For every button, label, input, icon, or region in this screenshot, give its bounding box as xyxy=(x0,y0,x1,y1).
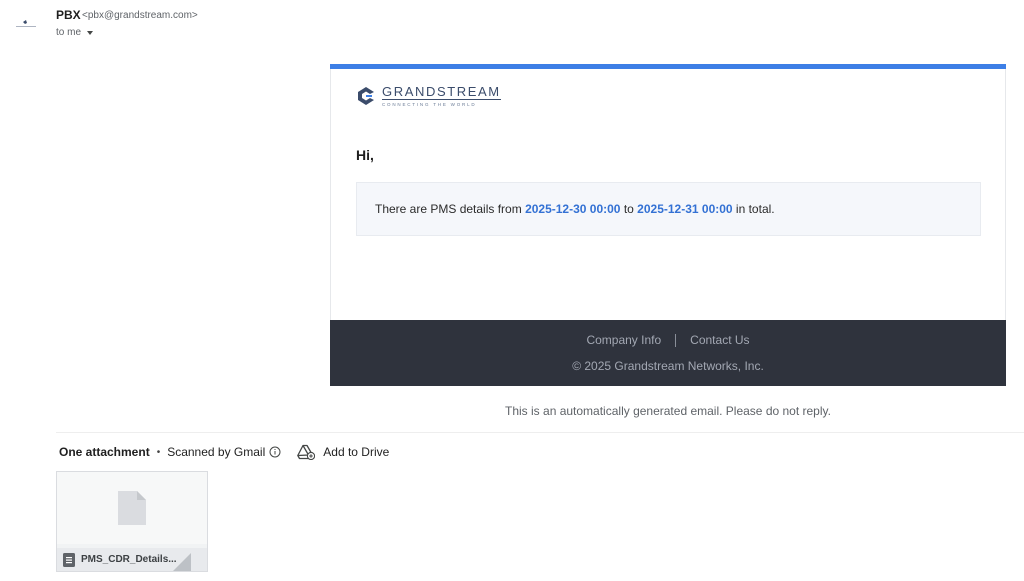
logo-tagline: CONNECTING THE WORLD xyxy=(382,102,477,107)
logo-wordmark: GRANDSTREAM xyxy=(382,84,501,100)
copyright-text: © 2025 Grandstream Networks, Inc. xyxy=(572,359,764,373)
message-suffix: in total. xyxy=(732,202,775,216)
message-middle: to xyxy=(620,202,638,216)
accent-bar xyxy=(330,64,1006,69)
add-to-drive-label: Add to Drive xyxy=(323,445,390,459)
email-greeting: Hi, xyxy=(356,147,374,163)
pms-details-box: There are PMS details from 2025-12-30 00… xyxy=(356,182,981,236)
auto-generated-note: This is an automatically generated email… xyxy=(505,404,831,418)
date-from: 2025-12-30 00:00 xyxy=(525,202,621,216)
message-header: PBX <pbx@grandstream.com> to me xyxy=(0,0,1024,50)
recipient-label: to me xyxy=(56,27,82,38)
email-footer: Company Info Contact Us © 2025 Grandstre… xyxy=(330,320,1006,386)
attachment-card[interactable]: PMS_CDR_Details... xyxy=(56,471,208,572)
attachments-title: One attachment xyxy=(59,445,150,459)
document-icon xyxy=(118,491,146,525)
folded-corner xyxy=(173,553,191,571)
scanned-by-gmail: Scanned by Gmail xyxy=(167,445,266,459)
drive-add-icon xyxy=(297,444,316,460)
section-divider xyxy=(56,432,1024,433)
message-prefix: There are PMS details from xyxy=(375,202,526,216)
info-icon[interactable] xyxy=(269,446,281,458)
add-to-drive-button[interactable]: Add to Drive xyxy=(297,444,389,460)
footer-divider xyxy=(675,333,677,347)
date-to: 2025-12-31 00:00 xyxy=(637,202,733,216)
footer-links: Company Info Contact Us xyxy=(330,333,1006,347)
grandstream-mark-icon xyxy=(358,87,374,105)
contact-us-link[interactable]: Contact Us xyxy=(690,333,749,347)
grandstream-logo: GRANDSTREAM CONNECTING THE WORLD xyxy=(356,85,501,107)
attachments-header: One attachment • Scanned by Gmail Add to… xyxy=(59,444,389,460)
file-type-icon xyxy=(63,552,75,567)
attachment-filename: PMS_CDR_Details... xyxy=(81,554,177,565)
email-body-card: GRANDSTREAM CONNECTING THE WORLD Hi, The… xyxy=(330,64,1006,386)
caret-down-icon xyxy=(87,30,94,35)
sender-email: <pbx@grandstream.com> xyxy=(82,10,198,21)
sender-avatar[interactable] xyxy=(12,10,40,38)
attachment-preview xyxy=(57,472,207,544)
separator-dot: • xyxy=(156,446,161,458)
grandstream-logo-icon xyxy=(16,20,36,27)
company-info-link[interactable]: Company Info xyxy=(586,333,661,347)
recipient-details-toggle[interactable]: to me xyxy=(56,27,94,38)
sender-name: PBX xyxy=(56,8,81,22)
